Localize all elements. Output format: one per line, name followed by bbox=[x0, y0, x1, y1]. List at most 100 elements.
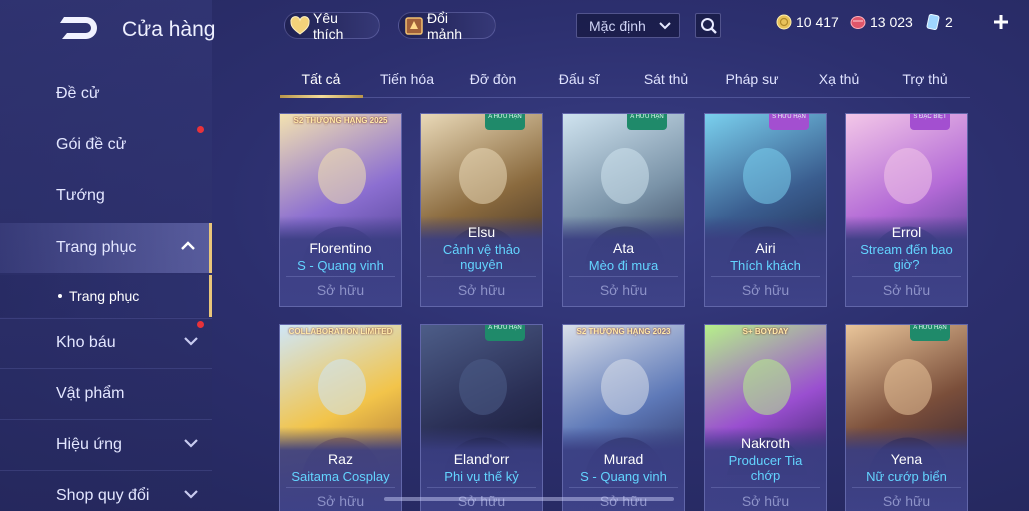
rarity-badge: S2 THƯỢNG HẠNG 2023 bbox=[576, 327, 671, 336]
back-arrow-icon[interactable] bbox=[56, 13, 104, 43]
owned-status: Sở hữu bbox=[457, 282, 506, 298]
skin-card[interactable]: A HỮU HẠN Eland'orr Phi vụ thế kỷ Sở hữu bbox=[420, 324, 543, 511]
chevron-down-icon bbox=[184, 337, 198, 346]
sort-value: Mặc định bbox=[589, 17, 646, 34]
tab-assassin[interactable]: Sát thủ bbox=[644, 71, 688, 87]
owned-status: Sở hữu bbox=[741, 493, 790, 509]
voucher-card-icon bbox=[926, 14, 940, 30]
owned-status: Sở hữu bbox=[599, 282, 648, 298]
favorite-label: Yêu thích bbox=[313, 9, 344, 42]
divider bbox=[852, 276, 961, 277]
skin-card[interactable]: S HỮU HẠN Airi Thích khách Sở hữu bbox=[704, 113, 827, 307]
owned-status: Sở hữu bbox=[882, 493, 931, 509]
rarity-badge: S HỮU HẠN bbox=[769, 114, 809, 130]
search-button[interactable] bbox=[695, 13, 721, 38]
rarity-badge: COLLABORATION LIMITED bbox=[288, 327, 393, 336]
divider bbox=[569, 487, 678, 488]
tab-all[interactable]: Tất cả bbox=[302, 71, 341, 87]
hero-name: Airi bbox=[755, 240, 776, 256]
sidebar-item-heroes[interactable]: Tướng bbox=[0, 171, 212, 221]
skin-card[interactable]: S2 THƯỢNG HẠNG 2023 Murad S - Quang vinh Sở… bbox=[562, 324, 685, 511]
hero-name: Errol bbox=[891, 224, 922, 240]
category-tabs: Tất cả Tiến hóa Đỡ đòn Đấu sĩ Sát thủ Ph… bbox=[280, 66, 970, 98]
hero-name: Elsu bbox=[467, 224, 496, 240]
chevron-down-icon bbox=[659, 22, 671, 30]
skin-name: Nữ cướp biển bbox=[866, 469, 947, 484]
ruby-balance: 13 023 bbox=[850, 14, 913, 30]
skin-name: Saitama Cosplay bbox=[291, 469, 390, 484]
rarity-badge: A HỮU HẠN bbox=[627, 114, 667, 130]
sidebar-item-skins[interactable]: Trang phục bbox=[0, 223, 212, 273]
gold-value: 10 417 bbox=[796, 14, 839, 30]
sidebar-item-label: Đề cử bbox=[56, 85, 100, 102]
hero-name: Eland'orr bbox=[453, 451, 510, 467]
fragment-box-icon bbox=[405, 17, 423, 35]
rarity-badge: A HỮU HẠN bbox=[910, 325, 950, 341]
skin-name: Thích khách bbox=[730, 258, 801, 273]
skin-card[interactable]: A HỮU HẠN Elsu Cảnh vệ thảo nguyên Sở hữu bbox=[420, 113, 543, 307]
sidebar-item-effects[interactable]: Hiệu ứng bbox=[0, 420, 212, 470]
notification-dot bbox=[197, 126, 204, 133]
owned-status: Sở hữu bbox=[316, 493, 365, 509]
bullet-icon bbox=[58, 294, 62, 298]
hero-name: Yena bbox=[890, 451, 923, 467]
skin-card[interactable]: A HỮU HẠN Ata Mèo đi mưa Sở hữu bbox=[562, 113, 685, 307]
rarity-badge: S ĐẶC BIỆT bbox=[910, 114, 950, 130]
notification-dot bbox=[197, 321, 204, 328]
skin-name: S - Quang vinh bbox=[580, 469, 667, 484]
header-brand: Cửa hàng bbox=[56, 13, 215, 43]
sidebar-item-label: Hiệu ứng bbox=[56, 436, 122, 453]
divider bbox=[427, 487, 536, 488]
skin-name: Producer Tia chớp bbox=[728, 453, 803, 483]
sort-dropdown[interactable]: Mặc định bbox=[576, 13, 680, 38]
sidebar-item-items[interactable]: Vật phẩm bbox=[0, 369, 212, 419]
tab-support[interactable]: Trợ thủ bbox=[902, 71, 947, 87]
sidebar-item-recommended-packs[interactable]: Gói đề cử bbox=[0, 120, 212, 170]
heart-icon bbox=[290, 16, 310, 35]
ruby-value: 13 023 bbox=[870, 14, 913, 30]
owned-status: Sở hữu bbox=[882, 282, 931, 298]
sidebar-item-label: Shop quy đổi bbox=[56, 487, 150, 504]
active-tab-indicator bbox=[280, 95, 363, 98]
gold-balance: 10 417 bbox=[776, 14, 839, 30]
skin-card[interactable]: COLLABORATION LIMITED Raz Saitama Cosplay S… bbox=[279, 324, 402, 511]
skin-card[interactable]: S2 THƯỢNG HẠNG 2025 Florentino S - Quang v… bbox=[279, 113, 402, 307]
exchange-fragments-button[interactable]: Đổi mảnh bbox=[398, 10, 496, 42]
rarity-badge: S+ BOYDAY bbox=[742, 327, 789, 336]
skin-card[interactable]: S+ BOYDAY Nakroth Producer Tia chớp Sở hữu bbox=[704, 324, 827, 511]
tab-evolution[interactable]: Tiến hóa bbox=[380, 71, 434, 87]
sidebar-item-label: Tướng bbox=[56, 187, 105, 204]
plus-icon[interactable] bbox=[992, 13, 1010, 31]
owned-status: Sở hữu bbox=[599, 493, 648, 509]
skin-card[interactable]: S ĐẶC BIỆT Errol Stream đến bao giờ? Sở hữu bbox=[845, 113, 968, 307]
tab-tank[interactable]: Đỡ đòn bbox=[470, 71, 517, 87]
skin-name: Stream đến bao giờ? bbox=[860, 242, 953, 272]
chevron-down-icon bbox=[184, 490, 198, 499]
gold-coin-icon bbox=[776, 14, 792, 30]
sidebar-item-exchange-shop[interactable]: Shop quy đổi bbox=[0, 471, 212, 511]
skin-name: Cảnh vệ thảo nguyên bbox=[442, 242, 521, 272]
sidebar-item-recommended[interactable]: Đề cử bbox=[0, 69, 212, 119]
hero-name: Florentino bbox=[309, 240, 372, 256]
chevron-up-icon bbox=[181, 241, 195, 250]
ruby-gem-icon bbox=[850, 16, 866, 29]
tab-mage[interactable]: Pháp sư bbox=[726, 71, 779, 87]
skin-name: S - Quang vinh bbox=[297, 258, 384, 273]
sidebar-item-label: Gói đề cử bbox=[56, 136, 127, 153]
sidebar-subitem-skins[interactable]: Trang phục bbox=[0, 275, 212, 317]
scroll-handle[interactable] bbox=[384, 497, 674, 501]
skin-name: Phi vụ thế kỷ bbox=[444, 469, 519, 484]
sidebar-item-label: Kho báu bbox=[56, 334, 116, 351]
tab-marksman[interactable]: Xạ thủ bbox=[819, 71, 859, 87]
owned-status: Sở hữu bbox=[741, 282, 790, 298]
divider bbox=[569, 276, 678, 277]
search-icon bbox=[701, 18, 717, 34]
chevron-down-icon bbox=[184, 439, 198, 448]
sidebar-item-treasure[interactable]: Kho báu bbox=[0, 318, 212, 368]
tab-fighter[interactable]: Đấu sĩ bbox=[559, 71, 599, 87]
rarity-badge: A HỮU HẠN bbox=[485, 325, 525, 341]
divider bbox=[711, 276, 820, 277]
favorite-button[interactable]: Yêu thích bbox=[284, 9, 380, 42]
skin-card[interactable]: A HỮU HẠN Yena Nữ cướp biển Sở hữu bbox=[845, 324, 968, 511]
hero-name: Ata bbox=[612, 240, 634, 256]
